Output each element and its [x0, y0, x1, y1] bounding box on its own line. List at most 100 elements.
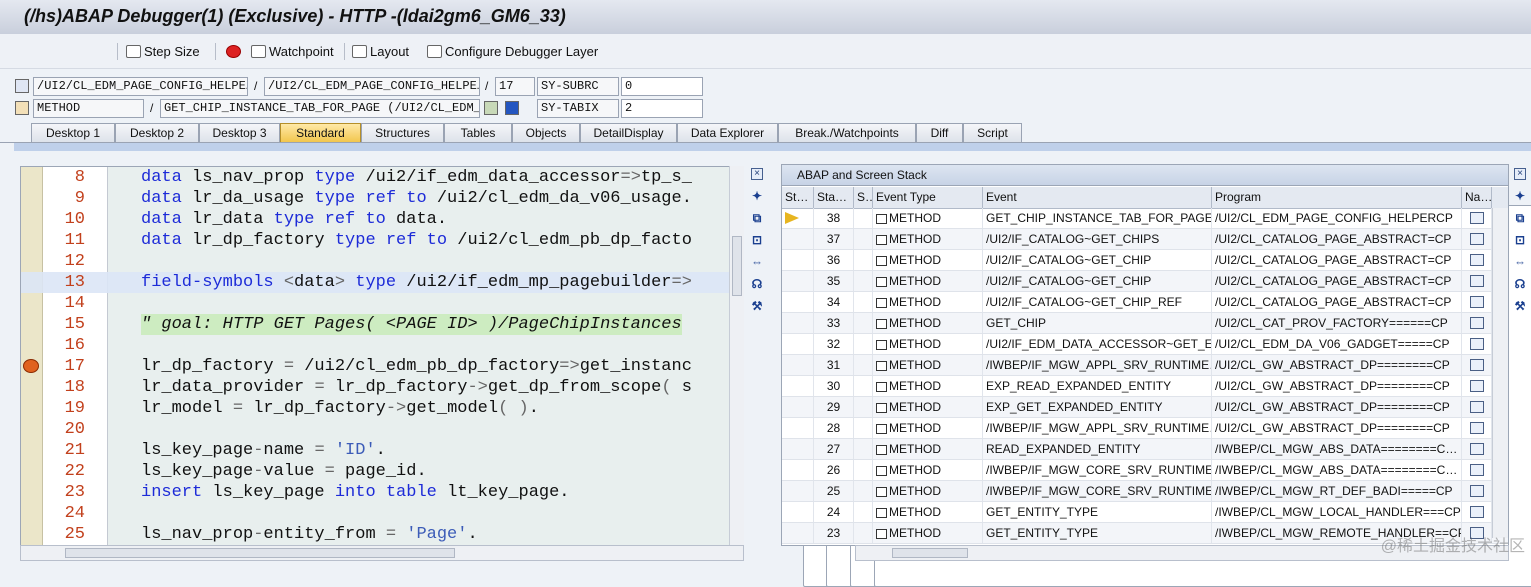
navigate-source-icon[interactable]	[1469, 233, 1484, 245]
navigate-source-icon[interactable]	[1469, 506, 1484, 518]
tab-desktop-2[interactable]: Desktop 2	[115, 123, 199, 142]
stack-row[interactable]: 24 METHOD GET_ENTITY_TYPE/IWBEP/CL_MGW_LOC…	[782, 502, 1508, 523]
code-line[interactable]: 12	[21, 251, 743, 272]
scroll-thumb[interactable]	[732, 236, 742, 296]
info-icon[interactable]	[505, 101, 519, 115]
stack-row[interactable]: 30 METHOD EXP_READ_EXPANDED_ENTITY/UI2/CL_…	[782, 376, 1508, 397]
stack-row[interactable]: 38 METHOD GET_CHIP_INSTANCE_TAB_FOR_PAGE/U…	[782, 208, 1508, 229]
stop-button[interactable]	[226, 41, 241, 61]
navigate-source-icon[interactable]	[1469, 422, 1484, 434]
swap-icon[interactable]: ⇔	[749, 255, 765, 270]
scroll-thumb[interactable]	[65, 548, 455, 558]
stack-vertical-scrollbar[interactable]	[1492, 208, 1508, 538]
navigate-source-icon[interactable]	[1469, 401, 1484, 413]
navigate-source-icon[interactable]	[1469, 254, 1484, 266]
col-event[interactable]: Event	[983, 187, 1212, 208]
close-icon[interactable]: ×	[1514, 168, 1526, 180]
services-icon[interactable]: ☊	[1512, 277, 1528, 292]
new-tool-icon[interactable]: ✦	[749, 189, 765, 204]
navigate-source-icon[interactable]	[1469, 359, 1484, 371]
line-field[interactable]: 17	[495, 77, 535, 96]
code-horizontal-scrollbar[interactable]	[20, 545, 744, 561]
code-line[interactable]: 22 ls_key_page-value = page_id.	[21, 461, 743, 482]
navigate-source-icon[interactable]	[1469, 212, 1484, 224]
navigate-source-icon[interactable]	[1469, 317, 1484, 329]
code-line-cursor[interactable]: 13 field-symbols <data> type /ui2/if_edm_…	[21, 272, 743, 293]
navigate-source-icon[interactable]	[1469, 464, 1484, 476]
tab-tables[interactable]: Tables	[444, 123, 512, 142]
tab-structures[interactable]: Structures	[361, 123, 444, 142]
tab-standard[interactable]: Standard	[280, 123, 361, 142]
tab-data-explorer[interactable]: Data Explorer	[677, 123, 778, 142]
method-type-field[interactable]: METHOD	[33, 99, 144, 118]
tab-detaildisplay[interactable]: DetailDisplay	[580, 123, 677, 142]
col-event-type[interactable]: Event Type	[873, 187, 983, 208]
tab-desktop-3[interactable]: Desktop 3	[199, 123, 280, 142]
code-line[interactable]: 24	[21, 503, 743, 524]
stack-row[interactable]: 26 METHOD/IWBEP/IF_MGW_CORE_SRV_RUNTIME… /…	[782, 460, 1508, 481]
code-line[interactable]: 21 ls_key_page-name = 'ID'.	[21, 440, 743, 461]
replace-tool-icon[interactable]: ⧉	[1512, 211, 1528, 226]
program-field[interactable]: /UI2/CL_EDM_PAGE_CONFIG_HELPE…	[33, 77, 248, 96]
col-nav[interactable]: Na…	[1462, 187, 1492, 208]
navigate-source-icon[interactable]	[1469, 443, 1484, 455]
configure-layer-button[interactable]: Configure Debugger Layer	[427, 41, 598, 61]
stack-row[interactable]: 27 METHOD READ_EXPANDED_ENTITY/IWBEP/CL_MG…	[782, 439, 1508, 460]
navigate-source-icon[interactable]	[1469, 338, 1484, 350]
abap-screen-stack-pane[interactable]: ABAP and Screen Stack St… Sta… S… Event …	[781, 164, 1509, 546]
code-line[interactable]: 14	[21, 293, 743, 314]
stack-row[interactable]: 32 METHOD/UI2/IF_EDM_DATA_ACCESSOR~GET_E……	[782, 334, 1508, 355]
source-icon[interactable]	[484, 101, 498, 115]
col-level[interactable]: Sta…	[814, 187, 854, 208]
code-line[interactable]: 9 data lr_da_usage type ref to /ui2/cl_ed…	[21, 188, 743, 209]
tool-settings-icon[interactable]: ⚒	[1512, 299, 1528, 314]
stack-row[interactable]: 33 METHOD GET_CHIP/UI2/CL_CAT_PROV_FACTORY…	[782, 313, 1508, 334]
stack-row[interactable]: 29 METHOD EXP_GET_EXPANDED_ENTITY/UI2/CL_G…	[782, 397, 1508, 418]
stack-row[interactable]: 35 METHOD/UI2/IF_CATALOG~GET_CHIP/UI2/CL_…	[782, 271, 1508, 292]
scroll-thumb[interactable]	[892, 548, 968, 558]
include-field[interactable]: /UI2/CL_EDM_PAGE_CONFIG_HELPE…	[264, 77, 480, 96]
tab-objects[interactable]: Objects	[512, 123, 580, 142]
stack-row[interactable]: 34 METHOD/UI2/IF_CATALOG~GET_CHIP_REF/UI2…	[782, 292, 1508, 313]
col-program[interactable]: Program	[1212, 187, 1462, 208]
stack-row[interactable]: 31 METHOD/IWBEP/IF_MGW_APPL_SRV_RUNTIME… /…	[782, 355, 1508, 376]
tab-diff[interactable]: Diff	[916, 123, 963, 142]
code-line[interactable]: 16	[21, 335, 743, 356]
navigate-source-icon[interactable]	[1469, 485, 1484, 497]
breakpoint-icon[interactable]	[23, 359, 39, 373]
code-line[interactable]: 8 data ls_nav_prop type /ui2/if_edm_data_…	[21, 167, 743, 188]
services-icon[interactable]: ☊	[749, 277, 765, 292]
stack-row[interactable]: 36 METHOD/UI2/IF_CATALOG~GET_CHIP/UI2/CL_…	[782, 250, 1508, 271]
maximize-icon[interactable]: ⊡	[749, 233, 765, 248]
code-line[interactable]: 23 insert ls_key_page into table lt_key_p…	[21, 482, 743, 503]
swap-icon[interactable]: ⇔	[1512, 255, 1528, 270]
code-line[interactable]: 18 lr_data_provider = lr_dp_factory->get_…	[21, 377, 743, 398]
code-line[interactable]: 20	[21, 419, 743, 440]
tab-breakpoints[interactable]: Break./Watchpoints	[778, 123, 916, 142]
navigate-source-icon[interactable]	[1469, 380, 1484, 392]
code-line-breakpoint[interactable]: 17 lr_dp_factory = /ui2/cl_edm_pb_dp_fact…	[21, 356, 743, 377]
navigate-source-icon[interactable]	[1469, 296, 1484, 308]
layout-button[interactable]: Layout	[352, 41, 409, 61]
code-line[interactable]: 19 lr_model = lr_dp_factory->get_model( )…	[21, 398, 743, 419]
stack-row[interactable]: 25 METHOD/IWBEP/IF_MGW_CORE_SRV_RUNTIME… /…	[782, 481, 1508, 502]
new-tool-icon[interactable]: ✦	[1512, 189, 1528, 204]
col-status[interactable]: St…	[782, 187, 814, 208]
maximize-icon[interactable]: ⊡	[1512, 233, 1528, 248]
stack-row[interactable]: 28 METHOD/IWBEP/IF_MGW_APPL_SRV_RUNTIME… /…	[782, 418, 1508, 439]
step-size-button[interactable]: Step Size	[126, 41, 200, 61]
tab-script[interactable]: Script	[963, 123, 1022, 142]
close-icon[interactable]: ×	[751, 168, 763, 180]
code-line[interactable]: 25 ls_nav_prop-entity_from = 'Page'.	[21, 524, 743, 545]
tab-desktop-1[interactable]: Desktop 1	[31, 123, 115, 142]
code-vertical-scrollbar[interactable]	[729, 166, 744, 546]
navigate-source-icon[interactable]	[1469, 275, 1484, 287]
code-line[interactable]: 10 data lr_data type ref to data.	[21, 209, 743, 230]
replace-tool-icon[interactable]: ⧉	[749, 211, 765, 226]
method-name-field[interactable]: GET_CHIP_INSTANCE_TAB_FOR_PAGE (/UI2/CL_…	[160, 99, 480, 118]
stack-row[interactable]: 37 METHOD/UI2/IF_CATALOG~GET_CHIPS/UI2/CL…	[782, 229, 1508, 250]
code-line[interactable]: 15 " goal: HTTP GET Pages( <PAGE ID> )/Pa…	[21, 314, 743, 335]
col-s[interactable]: S…	[854, 187, 873, 208]
watchpoint-button[interactable]: Watchpoint	[251, 41, 334, 61]
tool-settings-icon[interactable]: ⚒	[749, 299, 765, 314]
